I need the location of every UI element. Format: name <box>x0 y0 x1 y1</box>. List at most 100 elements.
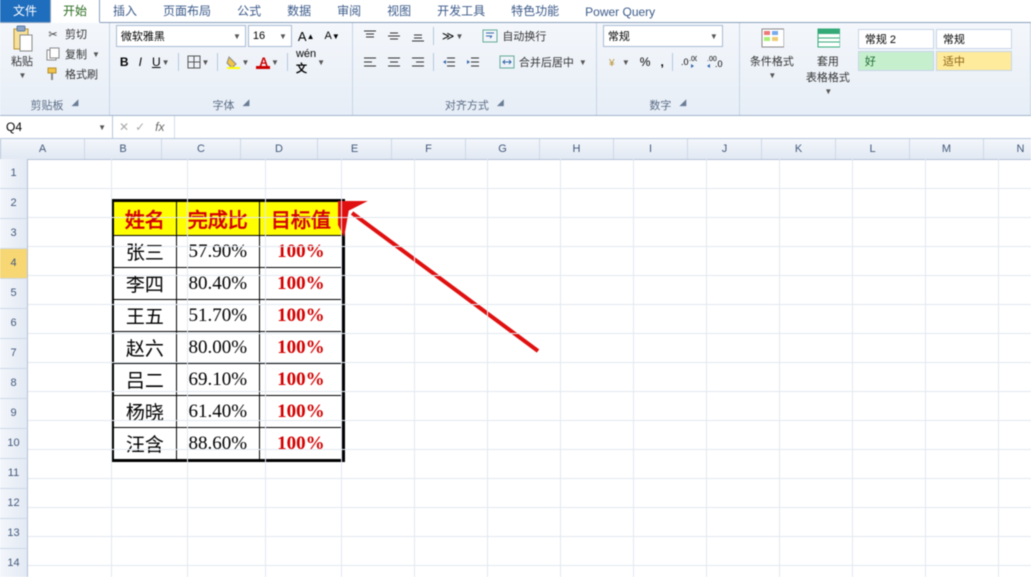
fx-icon[interactable]: fx <box>151 120 168 134</box>
dialog-launcher-icon[interactable]: ◢ <box>679 97 686 113</box>
tab-layout[interactable]: 页面布局 <box>150 0 224 22</box>
row-header[interactable]: 8 <box>0 369 28 399</box>
row-header[interactable]: 7 <box>0 339 28 369</box>
table-cell[interactable]: 100% <box>259 428 342 460</box>
merge-center-button[interactable]: 合并后居中▼ <box>496 53 590 71</box>
tab-view[interactable]: 视图 <box>374 0 424 22</box>
align-top-button[interactable] <box>359 25 381 47</box>
row-header[interactable]: 3 <box>0 219 28 249</box>
align-center-button[interactable] <box>383 51 405 73</box>
table-cell[interactable]: 汪含 <box>114 428 177 460</box>
number-format-select[interactable]: 常规▼ <box>603 25 723 47</box>
table-cell[interactable]: 100% <box>259 236 342 268</box>
col-header[interactable]: E <box>318 139 392 159</box>
row-header[interactable]: 4 <box>0 249 28 279</box>
tab-review[interactable]: 审阅 <box>324 0 374 22</box>
table-cell[interactable]: 61.40% <box>176 396 259 428</box>
formula-input[interactable] <box>175 116 1031 138</box>
col-header[interactable]: B <box>85 139 162 159</box>
table-cell[interactable]: 88.60% <box>176 428 259 460</box>
phonetic-button[interactable]: wén文▼ <box>292 51 329 73</box>
inc-decimal-button[interactable]: .0.00 <box>677 51 701 73</box>
table-format-button[interactable]: 套用 表格格式▼ <box>802 25 854 98</box>
row-header[interactable]: 5 <box>0 279 28 309</box>
style-normal2[interactable]: 常规 2 <box>858 29 934 49</box>
col-header[interactable]: H <box>540 139 614 159</box>
dialog-launcher-icon[interactable]: ◢ <box>72 97 79 113</box>
col-header[interactable]: J <box>688 139 762 159</box>
italic-button[interactable]: I <box>135 51 146 73</box>
tab-file[interactable]: 文件 <box>0 0 50 22</box>
col-header[interactable]: I <box>614 139 688 159</box>
row-header[interactable]: 12 <box>0 489 28 519</box>
table-cell[interactable]: 100% <box>259 396 342 428</box>
table-cell[interactable]: 100% <box>259 268 342 300</box>
copy-button[interactable]: 复制▼ <box>42 45 103 63</box>
dec-decimal-button[interactable]: .00.0 <box>703 51 727 73</box>
conditional-format-button[interactable]: 条件格式▼ <box>746 25 798 82</box>
table-row[interactable]: 汪含88.60%100% <box>114 428 343 460</box>
tab-data[interactable]: 数据 <box>274 0 324 22</box>
indent-decrease-button[interactable] <box>438 51 460 73</box>
row-header[interactable]: 13 <box>0 519 28 549</box>
style-good[interactable]: 好 <box>858 51 934 71</box>
tab-insert[interactable]: 插入 <box>100 0 150 22</box>
tab-powerquery[interactable]: Power Query <box>572 1 668 22</box>
col-header[interactable]: K <box>762 139 836 159</box>
tab-special[interactable]: 特色功能 <box>498 0 572 22</box>
col-header[interactable]: G <box>466 139 540 159</box>
comma-button[interactable]: , <box>656 51 667 73</box>
tab-dev[interactable]: 开发工具 <box>424 0 498 22</box>
name-box[interactable]: Q4▼ <box>0 116 113 138</box>
font-name-select[interactable]: 微软雅黑▼ <box>116 25 246 47</box>
tab-formulas[interactable]: 公式 <box>224 0 274 22</box>
orientation-button[interactable]: ≫▼ <box>438 25 467 47</box>
shrink-font-button[interactable]: A▼ <box>321 25 344 47</box>
underline-button[interactable]: U▼ <box>148 51 174 73</box>
align-middle-button[interactable] <box>383 25 405 47</box>
col-header[interactable]: L <box>836 139 910 159</box>
border-button[interactable]: ▼ <box>183 51 214 73</box>
style-neutral[interactable]: 适中 <box>936 51 1012 71</box>
tab-home[interactable]: 开始 <box>50 0 100 23</box>
table-row[interactable]: 张三57.90%100% <box>114 236 343 268</box>
table-row[interactable]: 李四80.40%100% <box>114 268 343 300</box>
spreadsheet-grid[interactable]: ABCDEFGHIJKLMN 1234567891011121314 姓名 完成… <box>0 139 1031 577</box>
col-header[interactable]: M <box>910 139 984 159</box>
format-painter-button[interactable]: 格式刷 <box>42 65 103 83</box>
col-header[interactable]: A <box>1 139 85 159</box>
table-cell[interactable]: 80.00% <box>176 332 259 364</box>
align-left-button[interactable] <box>359 51 381 73</box>
align-right-button[interactable] <box>407 51 429 73</box>
grow-font-button[interactable]: A▲ <box>294 25 319 47</box>
style-normal[interactable]: 常规 <box>936 29 1012 49</box>
col-header[interactable]: N <box>984 139 1031 159</box>
wrap-text-button[interactable]: 自动换行 <box>479 27 549 45</box>
col-header[interactable]: C <box>162 139 241 159</box>
row-header[interactable]: 2 <box>0 189 28 219</box>
table-cell[interactable]: 杨晓 <box>114 396 177 428</box>
table-cell[interactable]: 赵六 <box>114 332 177 364</box>
table-cell[interactable]: 100% <box>259 332 342 364</box>
col-header[interactable]: F <box>392 139 466 159</box>
table-cell[interactable]: 张三 <box>114 236 177 268</box>
currency-button[interactable]: ¥▼ <box>603 51 634 73</box>
paste-button[interactable]: 粘贴 ▼ <box>6 25 38 82</box>
align-bottom-button[interactable] <box>407 25 429 47</box>
dialog-launcher-icon[interactable]: ◢ <box>497 97 504 113</box>
row-header[interactable]: 11 <box>0 459 28 489</box>
percent-button[interactable]: % <box>636 51 655 73</box>
cut-button[interactable]: ✂剪切 <box>42 25 103 43</box>
font-color-button[interactable]: A▼ <box>255 51 283 73</box>
col-header[interactable]: D <box>241 139 318 159</box>
table-row[interactable]: 杨晓61.40%100% <box>114 396 343 428</box>
table-row[interactable]: 赵六80.00%100% <box>114 332 343 364</box>
row-header[interactable]: 9 <box>0 399 28 429</box>
row-header[interactable]: 6 <box>0 309 28 339</box>
indent-increase-button[interactable] <box>462 51 484 73</box>
bold-button[interactable]: B <box>116 51 133 73</box>
dialog-launcher-icon[interactable]: ◢ <box>242 97 249 113</box>
row-header[interactable]: 10 <box>0 429 28 459</box>
table-cell[interactable]: 57.90% <box>176 236 259 268</box>
table-cell[interactable]: 80.40% <box>176 268 259 300</box>
